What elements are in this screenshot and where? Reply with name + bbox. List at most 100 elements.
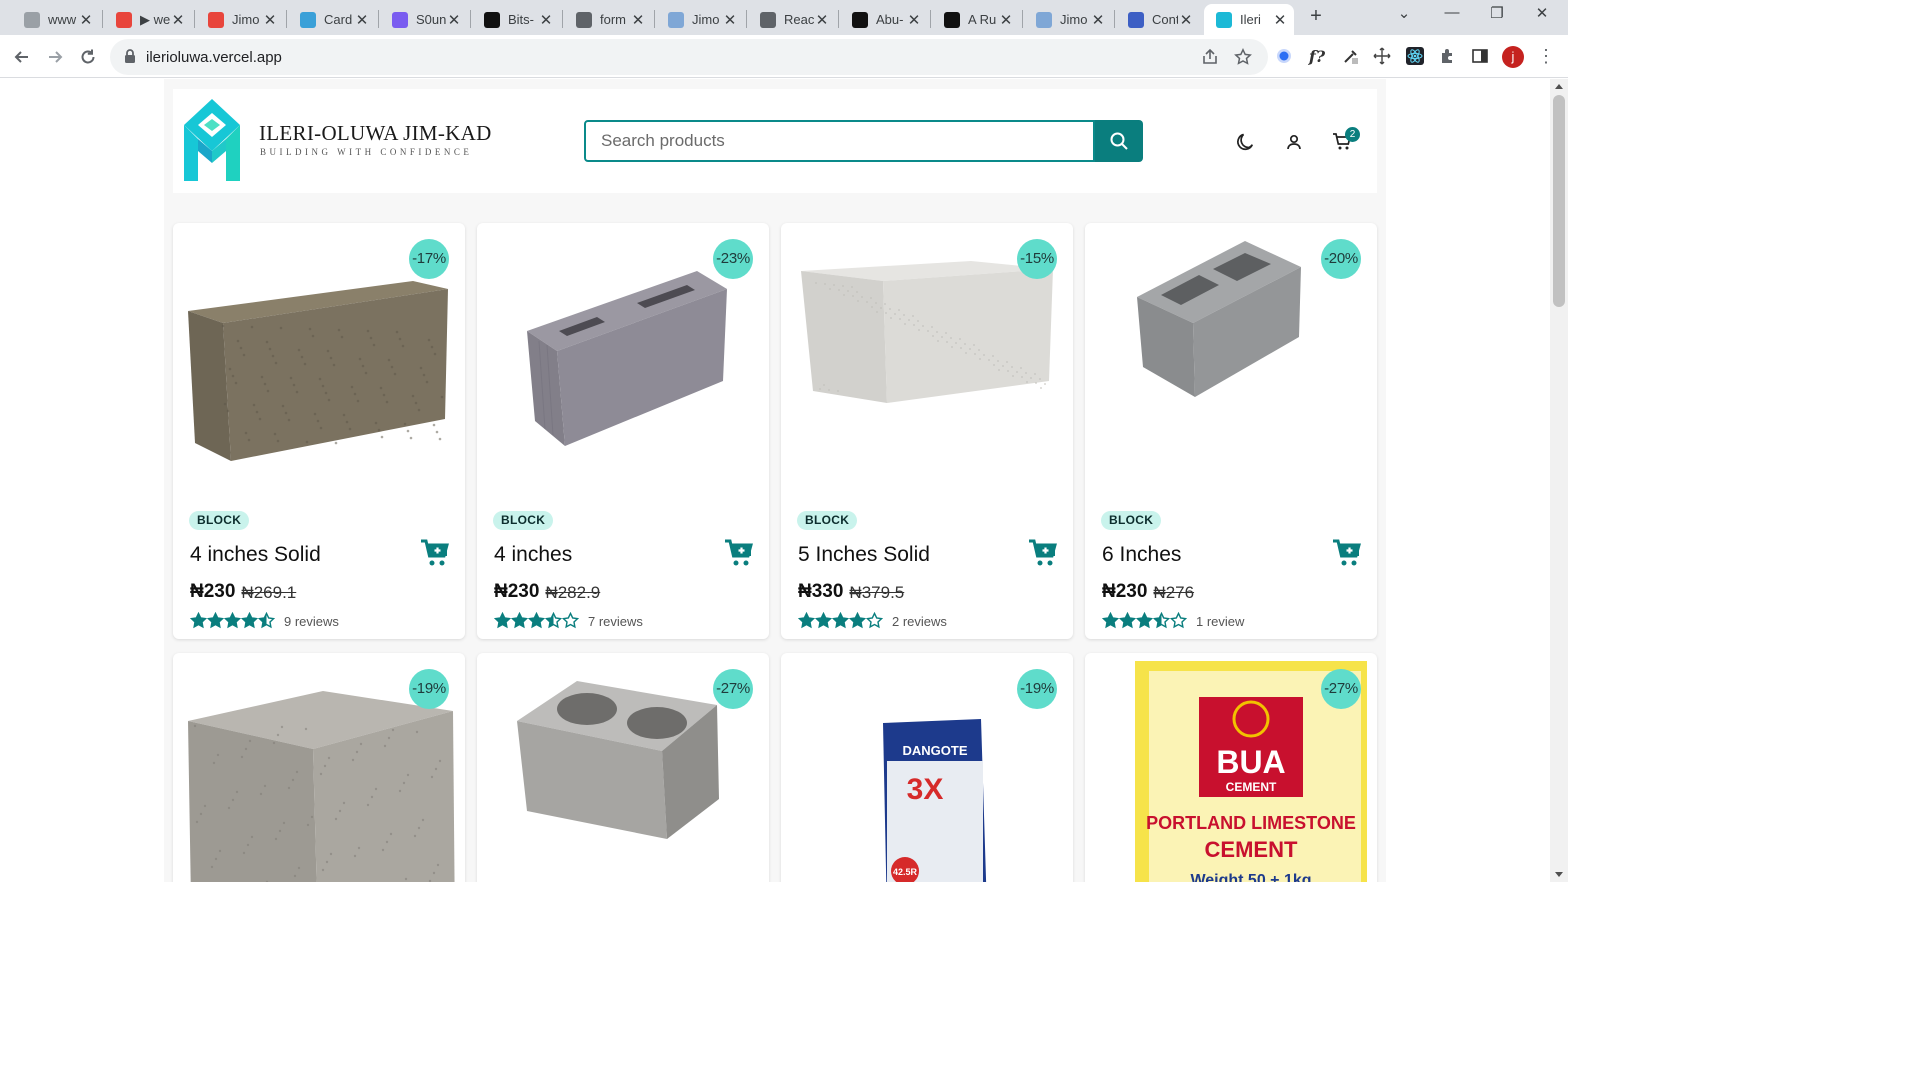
tab-separator xyxy=(562,10,563,28)
search-input[interactable] xyxy=(584,120,1095,162)
product-card[interactable]: DANGOTE 3X 42.5R -19% xyxy=(781,653,1073,882)
add-to-cart-button[interactable] xyxy=(1027,537,1059,569)
rating-star-icon xyxy=(545,612,562,629)
browser-tab[interactable]: Bits- ✕ xyxy=(472,4,560,35)
tab-close-icon[interactable]: ✕ xyxy=(170,11,186,29)
tab-close-icon[interactable]: ✕ xyxy=(1272,11,1288,29)
back-arrow-icon[interactable] xyxy=(10,45,34,69)
tab-close-icon[interactable]: ✕ xyxy=(1090,11,1106,29)
product-old-price: ₦282.9 xyxy=(545,583,601,602)
product-card[interactable]: -23% BLOCK 4 inches ₦230 ₦282.9 7 review… xyxy=(477,223,769,639)
browser-tab[interactable]: A Ru ✕ xyxy=(932,4,1020,35)
product-name[interactable]: 4 inches xyxy=(494,543,572,567)
tab-search-chevron-icon[interactable]: ⌄ xyxy=(1392,4,1416,22)
extensions-puzzle-icon[interactable] xyxy=(1437,45,1459,67)
browser-tab[interactable]: ▶ we ✕ xyxy=(104,4,192,35)
forward-arrow-icon[interactable] xyxy=(43,45,67,69)
product-card[interactable]: -20% BLOCK 6 Inches ₦230 ₦276 1 review xyxy=(1085,223,1377,639)
scrollbar-thumb[interactable] xyxy=(1553,95,1565,307)
product-card[interactable]: -19% xyxy=(173,653,465,882)
tab-close-icon[interactable]: ✕ xyxy=(446,11,462,29)
tab-title: Bits- xyxy=(508,12,534,27)
product-card[interactable]: BUA CEMENT PORTLAND LIMESTONE CEMENT Wei… xyxy=(1085,653,1377,882)
profile-avatar[interactable]: j xyxy=(1502,46,1524,68)
rating-stars xyxy=(1102,612,1187,629)
bookmark-star-icon[interactable] xyxy=(1233,47,1253,67)
rating-star-icon xyxy=(190,612,207,629)
tab-close-icon[interactable]: ✕ xyxy=(78,11,94,29)
tab-close-icon[interactable]: ✕ xyxy=(998,11,1014,29)
product-price: ₦230 xyxy=(1102,581,1148,602)
browser-tab[interactable]: Reac ✕ xyxy=(748,4,836,35)
tab-close-icon[interactable]: ✕ xyxy=(262,11,278,29)
review-count[interactable]: 2 reviews xyxy=(892,614,947,629)
tab-close-icon[interactable]: ✕ xyxy=(354,11,370,29)
browser-tab[interactable]: Jimo ✕ xyxy=(656,4,744,35)
browser-tab[interactable]: www ✕ xyxy=(12,4,100,35)
browser-tab[interactable]: Cont ✕ xyxy=(1116,4,1200,35)
tab-title: Jimo xyxy=(692,12,720,27)
scroll-down-arrow-icon[interactable] xyxy=(1555,872,1563,877)
review-count[interactable]: 9 reviews xyxy=(284,614,339,629)
extension-record-icon[interactable] xyxy=(1273,45,1295,67)
browser-tab[interactable]: form ✕ xyxy=(564,4,652,35)
tab-close-icon[interactable]: ✕ xyxy=(538,11,554,29)
add-to-cart-button[interactable] xyxy=(1331,537,1363,569)
product-name[interactable]: 6 Inches xyxy=(1102,543,1181,567)
extension-font-icon[interactable]: f? xyxy=(1306,45,1328,67)
tab-title: Reac xyxy=(784,12,814,27)
rating-star-icon xyxy=(1102,612,1119,629)
product-card[interactable]: -27% xyxy=(477,653,769,882)
product-old-price: ₦276 xyxy=(1153,583,1195,602)
brand-name[interactable]: ILERI-OLUWA JIM-KAD xyxy=(259,121,492,146)
review-count[interactable]: 7 reviews xyxy=(588,614,643,629)
product-card[interactable]: -17% BLOCK 4 inches Solid ₦230 ₦269.1 9 … xyxy=(173,223,465,639)
tab-close-icon[interactable]: ✕ xyxy=(1178,11,1194,29)
restore-button[interactable]: ❐ xyxy=(1485,4,1509,22)
tab-close-icon[interactable]: ✕ xyxy=(906,11,922,29)
url-text: ilerioluwa.vercel.app xyxy=(146,49,282,66)
browser-tab[interactable]: Ileri ✕ xyxy=(1204,4,1294,35)
page-viewport: ILERI-OLUWA JIM-KAD BUILDING WITH CONFID… xyxy=(0,79,1550,882)
tab-close-icon[interactable]: ✕ xyxy=(630,11,646,29)
add-to-cart-button[interactable] xyxy=(723,537,755,569)
browser-tab[interactable]: Card ✕ xyxy=(288,4,376,35)
search-button[interactable] xyxy=(1095,120,1143,162)
new-tab-button[interactable]: + xyxy=(1305,5,1327,27)
tab-close-icon[interactable]: ✕ xyxy=(814,11,830,29)
browser-menu-icon[interactable]: ⋮ xyxy=(1535,45,1557,67)
product-name[interactable]: 4 inches Solid xyxy=(190,543,321,567)
dark-mode-moon-icon[interactable] xyxy=(1233,130,1257,154)
address-bar[interactable]: ilerioluwa.vercel.app xyxy=(110,39,1268,75)
site-container: ILERI-OLUWA JIM-KAD BUILDING WITH CONFID… xyxy=(164,79,1386,882)
scroll-up-arrow-icon[interactable] xyxy=(1555,84,1563,89)
product-card[interactable]: -15% BLOCK 5 Inches Solid ₦330 ₦379.5 2 … xyxy=(781,223,1073,639)
extension-move-icon[interactable] xyxy=(1371,45,1393,67)
brand-logo-icon[interactable] xyxy=(182,99,242,186)
rating-star-icon xyxy=(1170,612,1187,629)
browser-tab[interactable]: Jimo ✕ xyxy=(1024,4,1112,35)
tab-favicon-icon xyxy=(668,11,684,28)
tab-separator xyxy=(1114,10,1115,28)
reload-icon[interactable] xyxy=(76,45,100,69)
browser-tab[interactable]: Jimo ✕ xyxy=(196,4,284,35)
browser-tab[interactable]: Abu- ✕ xyxy=(840,4,928,35)
rating-stars xyxy=(798,612,883,629)
user-account-icon[interactable] xyxy=(1282,130,1306,154)
product-name[interactable]: 5 Inches Solid xyxy=(798,543,930,567)
tab-favicon-icon xyxy=(852,11,868,28)
review-count[interactable]: 1 review xyxy=(1196,614,1244,629)
add-to-cart-button[interactable] xyxy=(419,537,451,569)
side-panel-icon[interactable] xyxy=(1469,45,1491,67)
tab-separator xyxy=(1022,10,1023,28)
bua-brand-text: BUA xyxy=(1216,744,1285,780)
minimize-button[interactable]: — xyxy=(1440,4,1464,21)
browser-tab[interactable]: S0un ✕ xyxy=(380,4,468,35)
rating-star-icon xyxy=(1153,612,1170,629)
extension-picker-icon[interactable] xyxy=(1340,45,1362,67)
close-window-button[interactable]: ✕ xyxy=(1530,4,1554,22)
extension-react-devtools-icon[interactable] xyxy=(1404,45,1426,67)
page-scrollbar[interactable] xyxy=(1550,79,1568,882)
tab-close-icon[interactable]: ✕ xyxy=(722,11,738,29)
share-icon[interactable] xyxy=(1200,47,1220,67)
